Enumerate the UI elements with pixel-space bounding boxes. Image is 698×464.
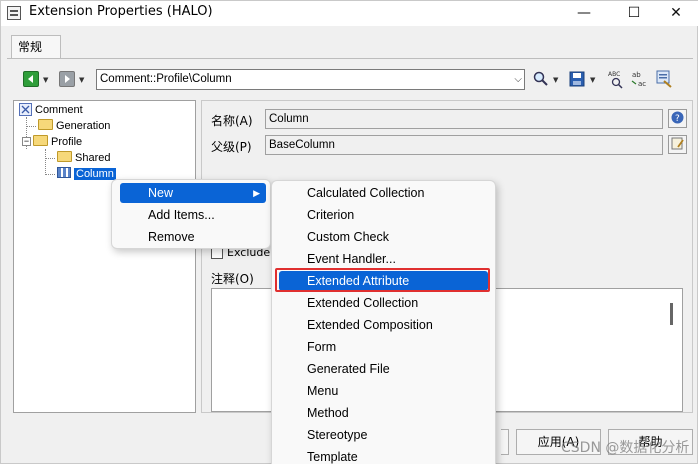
- submenu-arrow-icon: ▶: [253, 188, 260, 198]
- tree-label: Profile: [51, 136, 83, 148]
- folder-icon: [38, 119, 53, 130]
- tab-divider: [7, 58, 693, 59]
- menu-item-add-items[interactable]: Add Items...: [120, 205, 266, 225]
- partial-button[interactable]: [501, 429, 509, 455]
- watermark: CSDN @数据化分析: [561, 440, 690, 456]
- submenu-item-generated-file[interactable]: Generated File: [279, 359, 488, 379]
- title-bar[interactable]: Extension Properties (HALO) — ☐ ✕: [1, 1, 698, 26]
- find-icon[interactable]: [533, 71, 549, 87]
- tree-label: Comment: [35, 104, 83, 116]
- folder-open-icon: [33, 135, 48, 146]
- svg-text:ac: ac: [638, 80, 646, 88]
- tree-connector: [26, 126, 36, 127]
- extension-icon: [19, 103, 32, 116]
- path-combobox[interactable]: Comment::Profile\Column ⌵: [96, 69, 525, 90]
- arrow-left-icon: [28, 75, 33, 83]
- comment-scrollbar[interactable]: [670, 303, 673, 325]
- collapse-icon[interactable]: −: [22, 137, 31, 146]
- find-dropdown-icon[interactable]: ▼: [553, 76, 558, 84]
- menu-label: New: [148, 186, 174, 200]
- svg-text:ab: ab: [632, 71, 641, 79]
- submenu-item-criterion[interactable]: Criterion: [279, 205, 488, 225]
- tree-label: Column: [74, 168, 116, 180]
- chevron-down-icon[interactable]: ⌵: [514, 70, 522, 89]
- tree-label: Shared: [75, 152, 111, 164]
- back-dropdown-icon[interactable]: ▼: [43, 76, 48, 84]
- tree-connector: [45, 174, 55, 175]
- window-title: Extension Properties (HALO): [29, 4, 213, 19]
- submenu-item-custom-check[interactable]: Custom Check: [279, 227, 488, 247]
- tree-item-shared[interactable]: Shared: [57, 150, 110, 166]
- save-dropdown-icon[interactable]: ▼: [590, 76, 595, 84]
- maximize-button[interactable]: ☐: [611, 1, 657, 26]
- submenu-item-calculated-collection[interactable]: Calculated Collection: [279, 183, 488, 203]
- context-menu: New ▶ Add Items... Remove: [111, 179, 271, 249]
- save-icon[interactable]: [569, 71, 585, 87]
- properties-button-icon[interactable]: [668, 135, 687, 154]
- minimize-button[interactable]: —: [561, 1, 607, 26]
- spell-check-icon[interactable]: ABC: [607, 69, 625, 89]
- replace-icon[interactable]: ab ac: [631, 69, 649, 89]
- submenu-item-stereotype[interactable]: Stereotype: [279, 425, 488, 445]
- submenu-item-extended-composition[interactable]: Extended Composition: [279, 315, 488, 335]
- tree-item-profile[interactable]: − Profile: [22, 134, 82, 150]
- app-icon: [7, 6, 21, 20]
- name-input[interactable]: Column: [265, 109, 663, 129]
- object-tree[interactable]: Comment Generation − Profile Shared Colum…: [13, 100, 196, 413]
- path-value: Comment::Profile\Column: [100, 73, 232, 85]
- menu-item-remove[interactable]: Remove: [120, 227, 266, 247]
- column-icon: [57, 167, 71, 178]
- submenu-item-method[interactable]: Method: [279, 403, 488, 423]
- extension-properties-window: Extension Properties (HALO) — ☐ ✕ 常规 ▼ ▼…: [0, 0, 698, 464]
- close-button[interactable]: ✕: [653, 1, 698, 26]
- help-icon[interactable]: ?: [668, 109, 687, 128]
- new-submenu: Calculated Collection Criterion Custom C…: [271, 180, 496, 464]
- properties-icon[interactable]: [655, 69, 673, 89]
- tab-general[interactable]: 常规: [11, 35, 61, 59]
- forward-button[interactable]: [59, 71, 75, 87]
- submenu-item-template[interactable]: Template: [279, 447, 488, 464]
- parent-input[interactable]: BaseColumn: [265, 135, 663, 155]
- tree-item-comment[interactable]: Comment: [19, 102, 83, 118]
- forward-dropdown-icon[interactable]: ▼: [79, 76, 84, 84]
- submenu-item-form[interactable]: Form: [279, 337, 488, 357]
- svg-text:ABC: ABC: [608, 71, 620, 78]
- submenu-item-extended-collection[interactable]: Extended Collection: [279, 293, 488, 313]
- folder-icon: [57, 151, 72, 162]
- menu-item-new[interactable]: New ▶: [120, 183, 266, 203]
- tree-label: Generation: [56, 120, 111, 132]
- svg-text:?: ?: [675, 114, 680, 124]
- arrow-right-icon: [65, 75, 70, 83]
- submenu-item-menu[interactable]: Menu: [279, 381, 488, 401]
- tree-connector: [45, 158, 55, 159]
- parent-label: 父级(P): [211, 140, 252, 154]
- highlight-annotation: [275, 268, 490, 292]
- tree-connector: [45, 149, 46, 175]
- name-label: 名称(A): [211, 114, 253, 128]
- tree-item-generation[interactable]: Generation: [38, 118, 110, 134]
- tree-item-column[interactable]: Column: [57, 166, 116, 182]
- back-button[interactable]: [23, 71, 39, 87]
- comment-label: 注释(O): [211, 272, 254, 286]
- submenu-item-event-handler[interactable]: Event Handler...: [279, 249, 488, 269]
